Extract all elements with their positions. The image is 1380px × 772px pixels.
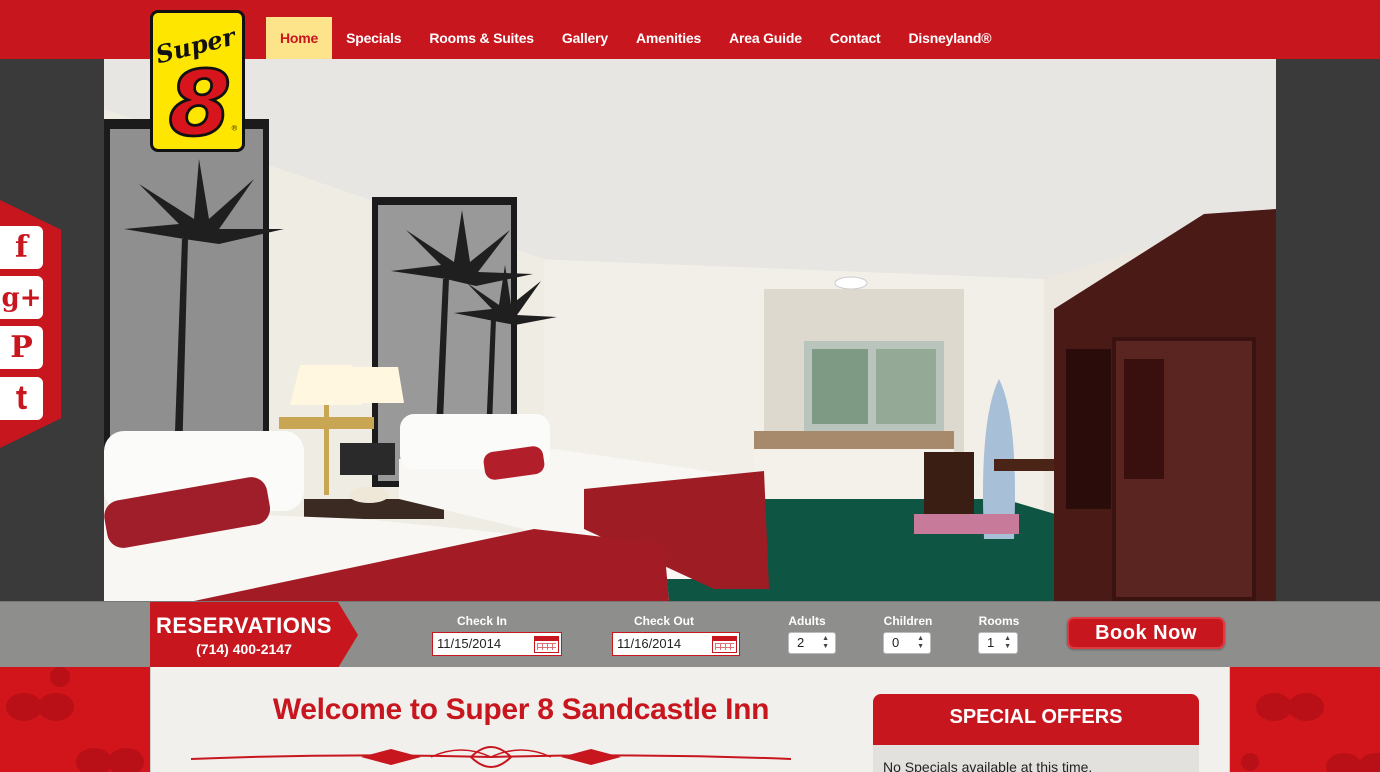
nav-specials[interactable]: Specials [332, 17, 415, 59]
hero-room-image [104, 59, 1276, 601]
special-offers-title: SPECIAL OFFERS [873, 694, 1199, 745]
check-in-value: 11/15/2014 [437, 636, 502, 651]
reservations-tab: RESERVATIONS (714) 400-2147 [150, 602, 358, 668]
super8-logo[interactable]: Super 8 ® [150, 10, 245, 152]
twitter-icon[interactable]: t [0, 377, 43, 420]
rooms-value: 1 [987, 635, 995, 650]
special-offers-panel: SPECIAL OFFERS No Specials available at … [873, 694, 1199, 772]
main-content: Welcome to Super 8 Sandcastle Inn SPECIA… [150, 667, 1230, 772]
hotel-room-illustration [104, 59, 1276, 601]
welcome-heading: Welcome to Super 8 Sandcastle Inn [272, 693, 770, 726]
adults-value: 2 [797, 635, 805, 650]
pinterest-icon[interactable]: P [0, 326, 43, 369]
reservations-phone[interactable]: (714) 400-2147 [150, 641, 338, 657]
nav-contact[interactable]: Contact [816, 17, 895, 59]
registered-mark: ® [232, 124, 238, 133]
stepper-arrows-icon: ▲ ▼ [822, 635, 829, 650]
children-value: 0 [892, 635, 900, 650]
children-label: Children [883, 614, 933, 628]
rooms-select[interactable]: 1 ▲ ▼ [978, 632, 1018, 654]
adults-label: Adults [788, 614, 826, 628]
reservations-title: RESERVATIONS [156, 613, 332, 638]
nav-gallery[interactable]: Gallery [548, 17, 622, 59]
nav-amenities[interactable]: Amenities [622, 17, 715, 59]
nav-disneyland[interactable]: Disneyland® [895, 17, 1006, 59]
super8-logo-graphic: Super 8 ® [153, 21, 240, 149]
adults-select[interactable]: 2 ▲ ▼ [788, 632, 836, 654]
book-now-button[interactable]: Book Now [1067, 617, 1225, 649]
logo-eight-text: 8 [169, 52, 232, 149]
decorative-divider [191, 746, 791, 768]
check-out-label: Check Out [633, 614, 694, 628]
check-in-label: Check In [456, 614, 507, 628]
nav-rooms-suites[interactable]: Rooms & Suites [415, 17, 548, 59]
children-select[interactable]: 0 ▲ ▼ [883, 632, 931, 654]
check-in-input[interactable]: 11/15/2014 [432, 632, 562, 656]
check-out-input[interactable]: 11/16/2014 [612, 632, 740, 656]
stepper-arrows-icon: ▲ ▼ [917, 635, 924, 650]
rooms-label: Rooms [978, 614, 1020, 628]
nav-home[interactable]: Home [266, 17, 333, 59]
stepper-arrows-icon: ▲ ▼ [1004, 635, 1011, 650]
google-plus-icon[interactable]: g+ [0, 276, 43, 319]
social-sidebar: f g+ P t [0, 200, 61, 448]
calendar-icon[interactable] [534, 636, 559, 653]
facebook-icon[interactable]: f [0, 226, 43, 269]
main-nav: Home Specials Rooms & Suites Gallery Ame… [266, 17, 1005, 59]
check-out-value: 11/16/2014 [617, 636, 682, 651]
special-offers-message: No Specials available at this time. [883, 759, 1093, 772]
calendar-icon[interactable] [712, 636, 737, 653]
nav-area-guide[interactable]: Area Guide [715, 17, 816, 59]
reservation-bar: RESERVATIONS (714) 400-2147 Check In 11/… [0, 601, 1380, 668]
